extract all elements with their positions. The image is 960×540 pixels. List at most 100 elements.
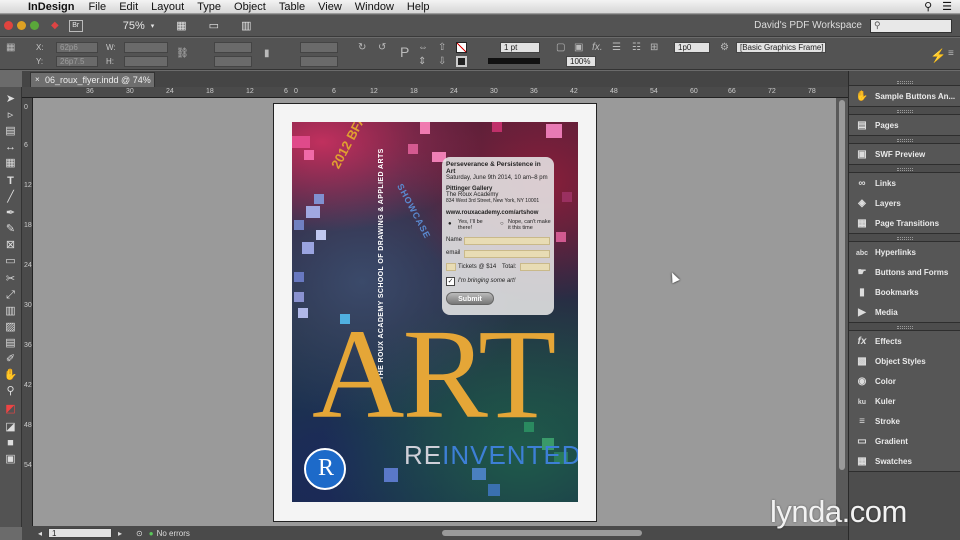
yes-radio[interactable]: ● <box>448 221 452 227</box>
menu-layout[interactable]: Layout <box>151 1 184 13</box>
fit-content-icon[interactable]: ☷ <box>632 42 641 53</box>
panel-color[interactable]: ◉ Color <box>855 374 959 390</box>
link-scale-icon[interactable]: ▮ <box>264 48 270 59</box>
drop-shadow-icon[interactable]: ▣ <box>574 42 583 53</box>
panel-page-transitions[interactable]: ▦ Page Transitions <box>855 216 959 232</box>
stroke-type-select[interactable] <box>488 58 540 64</box>
menu-edit[interactable]: Edit <box>119 1 138 13</box>
zoom-level-select[interactable]: 75% <box>123 20 145 32</box>
pencil-tool-icon[interactable]: ✎ <box>3 223 18 236</box>
arrange-documents-icon[interactable]: ▥ <box>241 19 251 32</box>
panel-kuler[interactable]: ku Kuler <box>855 394 959 410</box>
height-field[interactable] <box>124 56 168 67</box>
menu-file[interactable]: File <box>88 1 106 13</box>
apply-color-icon[interactable]: ■ <box>3 437 18 450</box>
workspace-switcher[interactable]: David's PDF Workspace <box>754 20 862 31</box>
no-radio[interactable]: ○ <box>500 221 504 227</box>
panel-layers[interactable]: ◈ Layers <box>855 196 959 212</box>
path-icon[interactable]: P <box>400 44 409 60</box>
vertical-scroll-thumb[interactable] <box>839 100 845 470</box>
scale-x-field[interactable] <box>214 42 252 53</box>
close-tab-icon[interactable]: × <box>35 73 40 87</box>
name-input[interactable] <box>464 237 550 245</box>
free-transform-tool-icon[interactable]: ⤢ <box>3 289 18 302</box>
vertical-scrollbar[interactable] <box>836 98 848 526</box>
gradient-feather-tool-icon[interactable]: ▨ <box>3 321 18 334</box>
flip-horizontal-icon[interactable]: ⇔ <box>418 42 428 53</box>
bringing-art-checkbox[interactable]: ✓ <box>446 277 455 286</box>
menu-window[interactable]: Window <box>355 1 394 13</box>
constrain-proportions-icon[interactable]: ⛓ <box>176 48 189 59</box>
errors-status[interactable]: No errors <box>157 529 190 538</box>
horizontal-scroll-thumb[interactable] <box>442 530 642 536</box>
page-tool-icon[interactable]: ▤ <box>3 125 18 138</box>
panel-hyperlinks[interactable]: abc Hyperlinks <box>855 245 959 261</box>
control-menu-icon[interactable]: ≡ <box>948 48 954 59</box>
rsvp-form[interactable]: Perseverance & Persistence in Art Saturd… <box>442 157 554 315</box>
panel-stroke[interactable]: ≡ Stroke <box>855 414 959 430</box>
menu-table[interactable]: Table <box>279 1 305 13</box>
panel-pages[interactable]: ▤ Pages <box>855 118 959 134</box>
panel-gradient[interactable]: ▭ Gradient <box>855 434 959 450</box>
panel-sample-buttons[interactable]: ✋ Sample Buttons An... <box>855 89 959 105</box>
zoom-window-icon[interactable] <box>30 21 39 30</box>
offset-field[interactable]: 1p0 <box>674 42 710 53</box>
zoom-tool-icon[interactable]: ⚲ <box>3 385 18 398</box>
menu-view[interactable]: View <box>318 1 342 13</box>
notification-list-icon[interactable]: ☰ <box>942 0 952 13</box>
flip-vertical-icon[interactable]: ⇕ <box>418 56 426 67</box>
stroke-swatch[interactable] <box>456 56 467 67</box>
rotate-icon[interactable]: ↻ <box>358 42 366 53</box>
select-content-icon[interactable]: ⇩ <box>438 56 446 67</box>
selection-tool-icon[interactable]: ➤ <box>3 93 18 106</box>
document-tab[interactable]: × 06_roux_flyer.indd @ 74% <box>30 72 155 87</box>
next-page-icon[interactable]: ▸ <box>118 529 122 538</box>
menu-object[interactable]: Object <box>234 1 266 13</box>
eyedropper-tool-icon[interactable]: ✐ <box>3 353 18 366</box>
object-style-icon[interactable]: ⚙ <box>720 42 729 53</box>
line-tool-icon[interactable]: ╱ <box>3 191 18 204</box>
width-field[interactable] <box>124 42 168 53</box>
opacity-field[interactable]: 100% <box>566 56 596 67</box>
reference-point-icon[interactable]: ▦ <box>6 42 15 53</box>
horizontal-ruler[interactable]: 36 30 24 18 12 6 0 6 12 18 24 30 36 42 4… <box>22 87 848 98</box>
frame-icon[interactable]: ▢ <box>556 42 565 53</box>
minimize-window-icon[interactable] <box>17 21 26 30</box>
screen-mode-tool-icon[interactable]: ▣ <box>3 453 18 466</box>
close-window-icon[interactable] <box>4 21 13 30</box>
fit-frame-icon[interactable]: ⊞ <box>650 42 658 53</box>
panel-grip[interactable] <box>897 110 913 113</box>
panel-media[interactable]: ▶ Media <box>855 305 959 321</box>
gradient-tool-icon[interactable]: ▥ <box>3 305 18 318</box>
scale-y-field[interactable] <box>214 56 252 67</box>
email-input[interactable] <box>464 250 550 258</box>
default-fill-stroke-icon[interactable]: ◩ <box>3 403 18 416</box>
rotate-ccw-icon[interactable]: ↺ <box>378 42 386 53</box>
hand-tool-icon[interactable]: ✋ <box>3 369 18 382</box>
content-collector-icon[interactable]: ▦ <box>3 157 18 170</box>
panel-object-styles[interactable]: ▩ Object Styles <box>855 354 959 370</box>
direct-selection-tool-icon[interactable]: ▹ <box>3 109 18 122</box>
menu-type[interactable]: Type <box>197 1 221 13</box>
panel-grip[interactable] <box>897 139 913 142</box>
y-position-field[interactable]: 26p7.5 <box>56 56 98 67</box>
scissors-tool-icon[interactable]: ✂ <box>3 273 18 286</box>
page-number-field[interactable]: 1 <box>48 528 113 538</box>
rectangle-frame-tool-icon[interactable]: ⊠ <box>3 239 18 252</box>
x-position-field[interactable]: 62p6 <box>56 42 98 53</box>
panel-swf-preview[interactable]: ▣ SWF Preview <box>855 147 959 163</box>
panel-buttons-and-forms[interactable]: ☛ Buttons and Forms <box>855 265 959 281</box>
total-input[interactable] <box>520 263 550 271</box>
first-page-icon[interactable]: ◂ <box>38 529 42 538</box>
quick-apply-icon[interactable]: ⚡ <box>930 48 946 64</box>
spotlight-icon[interactable]: ⚲ <box>924 0 932 13</box>
panel-effects[interactable]: fx Effects <box>855 334 959 350</box>
submit-button[interactable]: Submit <box>446 292 494 305</box>
tickets-input[interactable] <box>446 263 456 271</box>
panel-swatches[interactable]: ▦ Swatches <box>855 454 959 470</box>
vertical-ruler[interactable]: 0 6 12 18 24 30 36 42 48 54 <box>22 98 33 526</box>
text-wrap-icon[interactable]: ☰ <box>612 42 621 53</box>
app-name-menu[interactable]: InDesign <box>28 1 74 13</box>
search-input[interactable]: ⚲ <box>870 18 952 33</box>
form-url[interactable]: www.rouxacademy.com/artshow <box>446 210 550 216</box>
